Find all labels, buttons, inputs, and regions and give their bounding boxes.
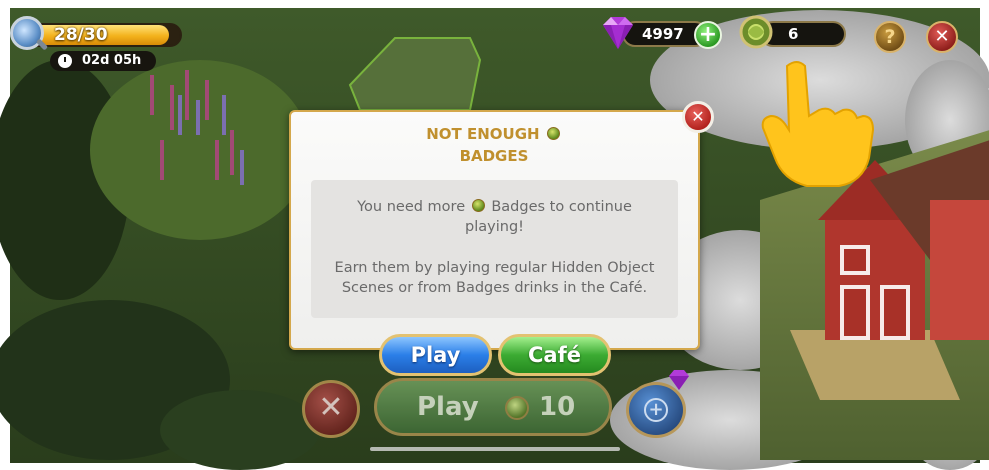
dialog-title: NOT ENOUGH BADGES — [379, 123, 609, 167]
badge-icon — [739, 15, 773, 49]
purple-gem-icon — [669, 370, 689, 390]
boost-icon: + — [644, 398, 668, 422]
stopwatch-icon — [58, 54, 72, 68]
close-button[interactable]: ✕ — [926, 21, 958, 53]
dialog-hint: Earn them by playing regular Hidden Obje… — [334, 260, 655, 296]
dialog-message: You need more Badges to continue playing… — [329, 197, 660, 237]
cafe-button[interactable]: Café — [498, 334, 611, 376]
dirt-field — [790, 330, 960, 400]
home-indicator — [370, 447, 620, 451]
title-line2: BADGES — [459, 147, 529, 165]
message-part1: You need more — [357, 199, 466, 215]
dialog-close-button[interactable]: ✕ — [682, 101, 714, 133]
gem-count: 4997 — [642, 25, 684, 43]
badge-icon — [471, 199, 485, 212]
message-part2: Badges to continue playing! — [465, 199, 632, 235]
flower-field — [90, 60, 310, 240]
cancel-button[interactable]: ✕ — [302, 380, 360, 438]
badge-icon — [505, 396, 529, 420]
play-scene-cost: 10 — [539, 392, 576, 422]
play-scene-button[interactable]: Play 10 — [374, 378, 612, 436]
play-scene-label: Play — [417, 392, 479, 422]
add-gems-button[interactable]: + — [694, 21, 722, 49]
play-button[interactable]: Play — [379, 334, 492, 376]
pointing-hand-icon — [761, 61, 875, 187]
badge-icon — [546, 127, 560, 140]
energy-timer: 02d 05h — [50, 51, 156, 71]
title-line1: NOT ENOUGH — [426, 125, 540, 143]
purple-gem-icon — [603, 17, 633, 49]
timer-text: 02d 05h — [82, 53, 142, 68]
badge-count: 6 — [788, 25, 799, 43]
game-screen: 28/30 02d 05h 4997 + 6 ? ✕ NOT ENOUGH BA… — [0, 0, 989, 470]
not-enough-badges-dialog: NOT ENOUGH BADGES You need more Badges t… — [289, 110, 700, 350]
help-button[interactable]: ? — [874, 21, 906, 53]
energy-counter: 28/30 — [54, 25, 108, 45]
